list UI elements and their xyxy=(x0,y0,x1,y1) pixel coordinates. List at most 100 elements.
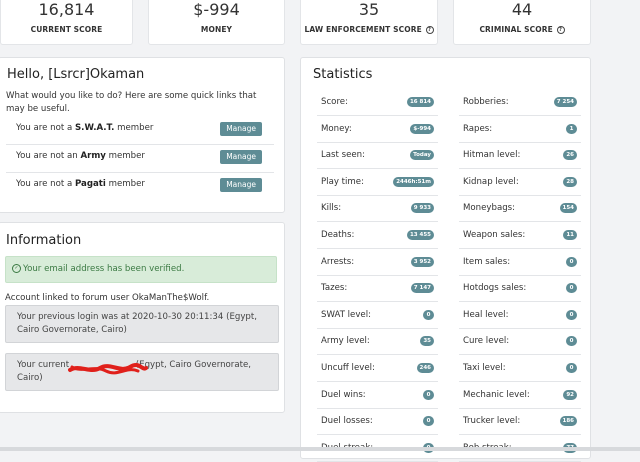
stat-label: Tazes: xyxy=(321,283,348,294)
stat-label: Heal level: xyxy=(463,309,509,320)
stat-label: Trucker level: xyxy=(463,416,521,427)
stat-row: Score: 16 814 xyxy=(317,89,438,116)
stat-label: Rapes: xyxy=(463,123,493,134)
stat-value-badge: 246 xyxy=(416,363,434,373)
hello-title: Hello, [Lsrcr]Okaman xyxy=(7,67,145,82)
stat-label: Uncuff level: xyxy=(321,363,375,373)
stat-value-badge: 0 xyxy=(566,283,577,294)
stat-row: Item sales: 0 xyxy=(459,249,581,276)
current-score-label: CURRENT SCORE xyxy=(30,25,103,34)
stat-card-law-enforcement-score: 35 LAW ENFORCEMENT SCORE ? xyxy=(300,0,438,45)
stat-row: Duel wins: 0 xyxy=(317,382,438,409)
stat-value-badge: 13 455 xyxy=(406,230,434,240)
criminal-score-value: 44 xyxy=(511,0,533,19)
stat-row: Uncuff level: 246 xyxy=(317,355,438,382)
email-verified-alert: ✓ Your email address has been verified. xyxy=(5,256,277,283)
membership-row-swat: You are not a S.W.A.T. member Manage xyxy=(6,117,274,143)
stat-label: Kills: xyxy=(321,203,342,214)
stat-label: Hitman level: xyxy=(463,150,521,161)
group-name: Army xyxy=(80,151,106,161)
help-icon[interactable]: ? xyxy=(556,26,565,34)
stat-value-badge: 7 254 xyxy=(553,97,577,107)
stat-value-badge: 2446h:51m xyxy=(393,176,434,187)
group-name: S.W.A.T. xyxy=(74,123,115,133)
stat-row: Rapes: 1 xyxy=(459,116,581,143)
manage-pagati-button[interactable]: Manage xyxy=(220,178,262,192)
stat-label: Kidnap level: xyxy=(463,176,519,187)
membership-row-army: You are not an Army member Manage xyxy=(6,144,274,171)
stat-card-money: $-994 MONEY xyxy=(148,0,285,45)
redaction-scribble xyxy=(68,363,148,375)
stat-label: Weapon sales: xyxy=(463,230,526,240)
stat-row: Robberies: 7 254 xyxy=(459,89,581,116)
stat-value-badge: 0 xyxy=(566,256,577,267)
stat-value-badge: 28 xyxy=(563,176,577,187)
stat-row: Arrests: 3 952 xyxy=(317,249,438,276)
stat-value-badge: 0 xyxy=(423,416,434,427)
stat-label: Score: xyxy=(321,97,348,107)
law-enforcement-score-label: LAW ENFORCEMENT SCORE xyxy=(304,25,422,34)
criminal-score-label: CRIMINAL SCORE xyxy=(479,25,553,34)
stat-row: Hitman level: 26 xyxy=(459,142,581,170)
manage-army-button[interactable]: Manage xyxy=(220,150,262,164)
stat-label: Money: xyxy=(321,123,352,134)
hello-panel: Hello, [Lsrcr]Okaman What would you like… xyxy=(0,57,285,213)
stat-row: SWAT level: 0 xyxy=(317,302,438,329)
stat-label: Duel losses: xyxy=(321,416,373,427)
page-bottom-strip xyxy=(0,447,640,451)
stat-value-badge: 0 xyxy=(566,336,577,347)
stat-card-criminal-score: 44 CRIMINAL SCORE ? xyxy=(453,0,591,45)
stat-label: Taxi level: xyxy=(463,363,506,373)
stat-row: Moneybags: 154 xyxy=(459,195,581,223)
stat-value-badge: 11 xyxy=(563,230,577,240)
stat-label: SWAT level: xyxy=(321,309,372,320)
stat-card-current-score: 16,814 CURRENT SCORE xyxy=(0,0,133,45)
money-value: $-994 xyxy=(193,0,240,19)
stat-value-badge: Today xyxy=(410,150,434,161)
stat-row: Army level: 35 xyxy=(317,328,438,356)
information-panel: Information ✓ Your email address has been… xyxy=(0,222,285,413)
stat-label: Arrests: xyxy=(321,256,355,267)
statistics-panel: Statistics Score: 16 814 Money: $-994 Last s… xyxy=(300,57,591,462)
forum-link-text: Account linked to forum user OkaManThe$W… xyxy=(5,293,210,303)
stat-label: Deaths: xyxy=(321,230,355,240)
stat-value-badge: $-994 xyxy=(410,123,434,134)
help-icon[interactable]: ? xyxy=(425,26,434,34)
stat-row: Money: $-994 xyxy=(317,116,438,143)
stat-value-badge: 3 952 xyxy=(410,256,434,267)
stat-value-badge: 26 xyxy=(563,150,577,161)
stat-value-badge: 35 xyxy=(420,336,434,347)
stat-label: Play time: xyxy=(321,176,364,187)
stat-value-badge: 0 xyxy=(423,309,434,320)
manage-swat-button[interactable]: Manage xyxy=(220,122,262,136)
stat-row: Tazes: 7 147 xyxy=(317,275,438,303)
statistics-title: Statistics xyxy=(313,67,373,82)
stat-value-badge: 0 xyxy=(423,389,434,400)
stat-label: Item sales: xyxy=(463,256,511,267)
money-label: MONEY xyxy=(200,25,233,34)
stat-value-badge: 7 147 xyxy=(410,283,434,294)
stat-label: Army level: xyxy=(321,336,370,347)
stat-value-badge: 186 xyxy=(559,416,577,427)
stat-row: Last seen: Today xyxy=(317,142,438,170)
stat-label: Hotdogs sales: xyxy=(463,283,527,294)
membership-row-pagati: You are not a Pagati member Manage xyxy=(6,172,274,199)
stat-label: Duel wins: xyxy=(321,389,366,400)
information-title: Information xyxy=(6,233,82,248)
stat-row: Trucker level: 186 xyxy=(459,408,581,436)
hello-subtitle: What would you like to do? Here are some… xyxy=(6,91,257,114)
check-circle-icon: ✓ xyxy=(12,264,21,273)
stat-value-badge: 9 933 xyxy=(410,203,434,214)
stat-label: Moneybags: xyxy=(463,203,516,214)
stat-label: Cure level: xyxy=(463,336,510,347)
stat-row: Play time: 2446h:51m xyxy=(317,169,438,196)
stat-value-badge: 154 xyxy=(559,203,577,214)
stat-row: Kidnap level: 28 xyxy=(459,169,581,196)
stat-row: Heal level: 0 xyxy=(459,302,581,329)
stat-row: Kills: 9 933 xyxy=(317,195,438,223)
stat-value-badge: 0 xyxy=(566,309,577,320)
stat-row: Hotdogs sales: 0 xyxy=(459,275,581,303)
current-login-box: Your current (Egypt, Cairo Governorate, … xyxy=(5,353,279,391)
stat-value-badge: 16 814 xyxy=(406,97,434,107)
stat-row: Taxi level: 0 xyxy=(459,355,581,382)
